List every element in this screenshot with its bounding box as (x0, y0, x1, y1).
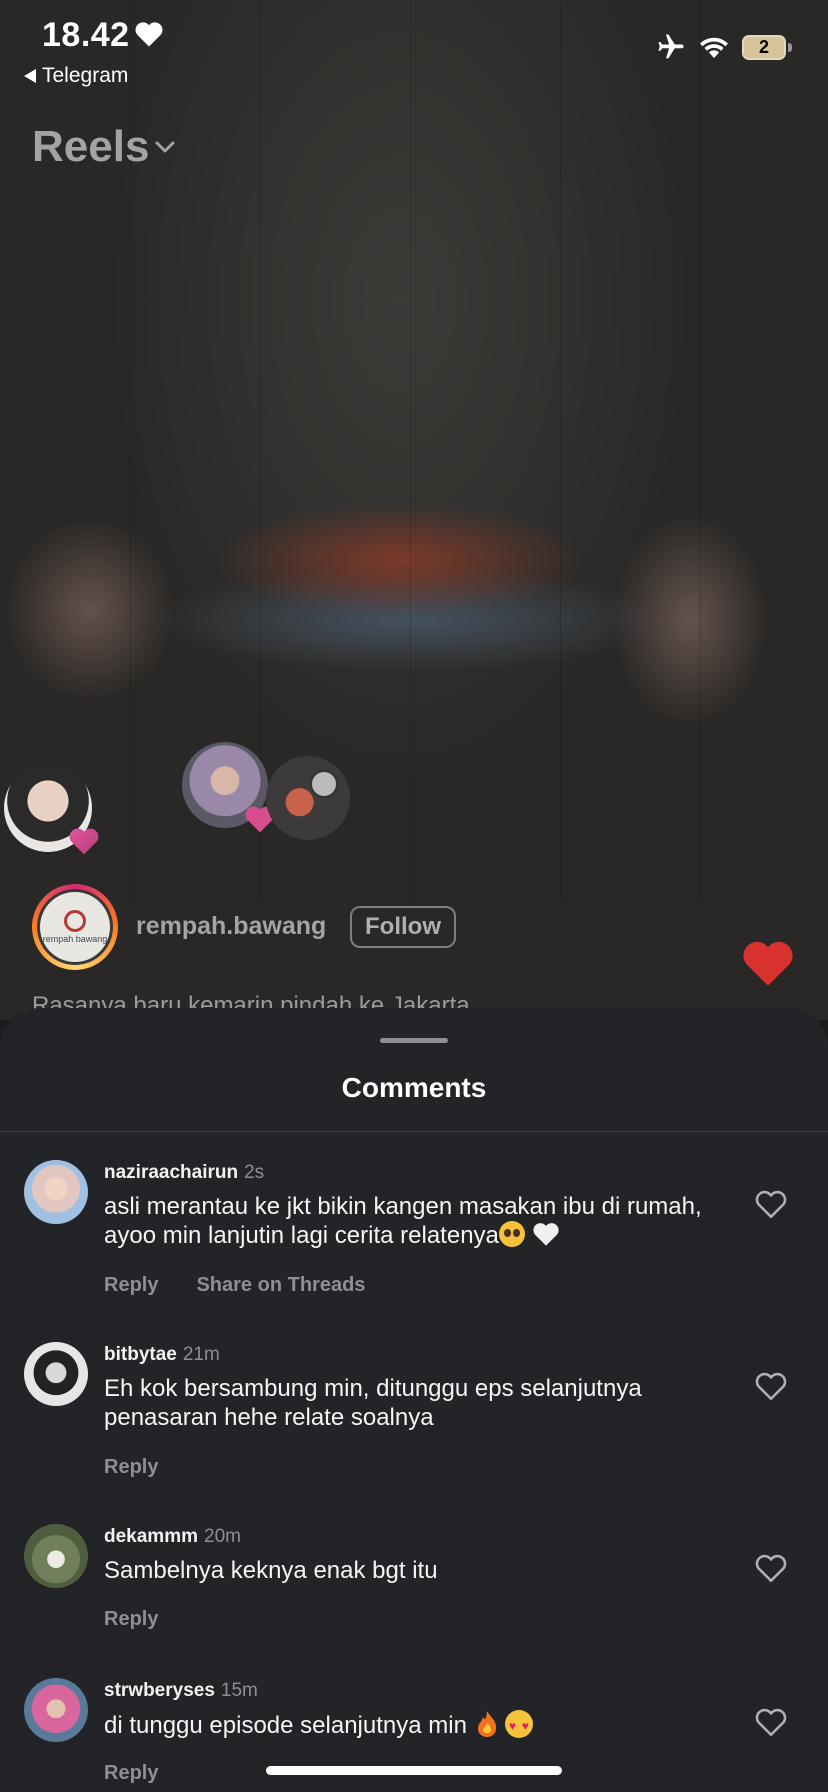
follow-button[interactable]: Follow (350, 906, 456, 948)
white-heart-icon (532, 1223, 559, 1246)
reply-button[interactable]: Reply (104, 1456, 158, 1479)
account-avatar[interactable]: rempah bawang (32, 884, 118, 970)
comment-like-icon[interactable] (754, 1370, 788, 1402)
sheet-grabber[interactable] (380, 1038, 448, 1043)
reply-button[interactable]: Reply (104, 1608, 158, 1631)
divider (0, 1131, 828, 1132)
comments-title: Comments (341, 1072, 487, 1103)
comment-like-icon[interactable] (754, 1706, 788, 1738)
comment-actions: Reply (104, 1456, 158, 1479)
wifi-icon (700, 37, 728, 58)
reply-button[interactable]: Reply (104, 1762, 158, 1785)
comment-header: dekammm 20m (104, 1526, 241, 1548)
heart-eyes-icon (504, 1710, 533, 1741)
brand-logo-mark (64, 910, 86, 932)
chevron-down-icon[interactable] (154, 139, 176, 155)
comment-header: bitbytae 21m (104, 1344, 220, 1366)
pleading-face-icon (498, 1221, 525, 1247)
comment-text: asli merantau ke jkt bikin kangen masaka… (104, 1192, 704, 1250)
comment-header: naziraachairun 2s (104, 1162, 264, 1184)
comment-time: 21m (182, 1344, 220, 1365)
commenter-avatar[interactable] (24, 1678, 88, 1742)
brand-logo-text: rempah bawang (42, 934, 108, 944)
comment-body: di tunggu episode selanjutnya min (104, 1712, 467, 1739)
back-to-app-link[interactable]: Telegram (24, 64, 128, 88)
reels-title[interactable]: Reels (32, 122, 149, 172)
comments-sheet: Comments naziraachairun 2s asli merantau … (0, 1008, 828, 1792)
comment-like-icon[interactable] (754, 1552, 788, 1584)
comment-time: 15m (220, 1680, 258, 1701)
comment-text: Eh kok bersambung min, ditunggu eps sela… (104, 1375, 642, 1431)
comment-time: 2s (244, 1162, 265, 1183)
commenter-avatar[interactable] (24, 1342, 88, 1406)
status-time: 18.42 (42, 16, 130, 54)
comment-text: Sambelnya keknya enak bgt itu (104, 1557, 438, 1584)
comment-like-icon[interactable] (754, 1188, 788, 1220)
comment-text: di tunggu episode selanjutnya min (104, 1710, 704, 1741)
account-username[interactable]: rempah.bawang (136, 912, 326, 941)
heart-focus-icon (135, 22, 163, 47)
comment-actions: Reply (104, 1762, 158, 1785)
friend-avatar[interactable] (266, 756, 350, 840)
airplane-mode-icon (658, 34, 684, 59)
back-arrow-icon (24, 69, 36, 83)
comment-username[interactable]: bitbytae (104, 1344, 177, 1365)
heart-reaction-icon (69, 828, 99, 855)
comment-actions: Reply (104, 1608, 158, 1631)
brand-logo: rempah bawang (40, 892, 110, 962)
back-app-label: Telegram (42, 64, 129, 87)
comment-time: 20m (204, 1526, 241, 1547)
share-on-threads-button[interactable]: Share on Threads (196, 1274, 365, 1297)
battery-indicator: 2 (742, 35, 786, 60)
commenter-avatar[interactable] (24, 1524, 88, 1588)
battery-nub (788, 43, 792, 52)
home-indicator[interactable] (266, 1766, 562, 1775)
comment-header: strwberyses 15m (104, 1680, 258, 1702)
comment-body: asli merantau ke jkt bikin kangen masaka… (104, 1193, 702, 1249)
comment-username[interactable]: strwberyses (104, 1680, 215, 1701)
reply-button[interactable]: Reply (104, 1274, 158, 1297)
comment-actions: Reply Share on Threads (104, 1274, 365, 1297)
comment-username[interactable]: dekammm (104, 1526, 198, 1547)
commenter-avatar[interactable] (24, 1160, 88, 1224)
fire-icon (477, 1711, 497, 1737)
like-heart-icon[interactable] (740, 938, 796, 988)
comment-username[interactable]: naziraachairun (104, 1162, 238, 1183)
